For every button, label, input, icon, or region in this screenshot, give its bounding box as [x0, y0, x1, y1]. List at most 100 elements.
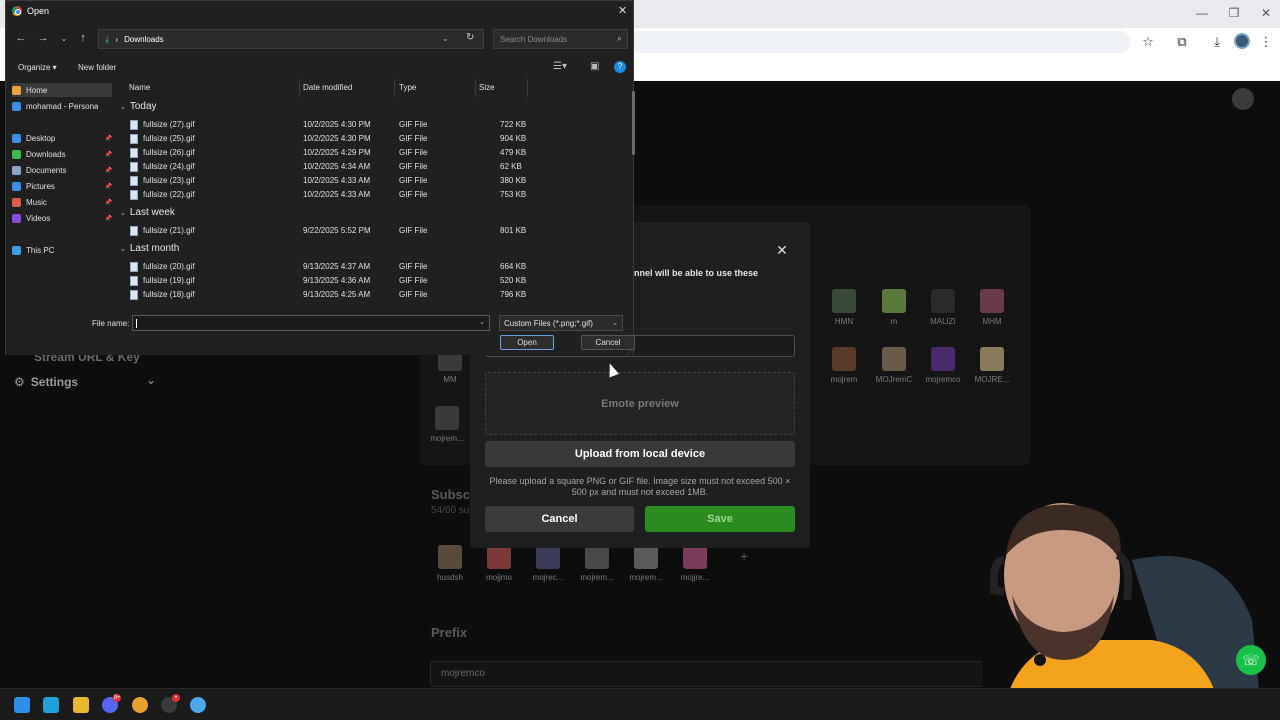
nav-item-pictures[interactable]: Pictures 📌: [12, 179, 112, 193]
sidebar-item-settings[interactable]: ⚙ Settings ⌄: [14, 373, 156, 389]
column-divider[interactable]: [394, 79, 395, 97]
file-row[interactable]: fullsize (26).gif 10/2/2025 4:29 PM GIF Fi…: [116, 146, 632, 160]
emote-label: husdsh: [437, 573, 463, 582]
resize-grip-icon[interactable]: ⋰: [625, 349, 632, 357]
subscriber-emote-item[interactable]: mojrem...: [571, 545, 623, 582]
minimize-icon[interactable]: —: [1192, 6, 1212, 20]
address-bar[interactable]: [600, 31, 1130, 53]
edge-icon[interactable]: [43, 697, 59, 713]
emote-item[interactable]: MHM: [966, 289, 1018, 326]
column-header-type[interactable]: Type: [399, 83, 416, 92]
emote-item[interactable]: HMN: [818, 289, 870, 326]
preview-pane-icon[interactable]: ▣: [590, 61, 599, 72]
emote-item[interactable]: MOJremC: [868, 347, 920, 384]
column-divider[interactable]: [527, 79, 528, 97]
recent-locations-chevron-icon[interactable]: ⌄: [57, 34, 71, 43]
emote-label: mojrec...: [532, 573, 564, 582]
bookmark-star-icon[interactable]: ☆: [1140, 34, 1156, 50]
file-group-header[interactable]: ⌄ Last week: [120, 207, 175, 218]
subscriber-emote-item[interactable]: mojrec...: [522, 545, 574, 582]
emote-item[interactable]: mojrem: [818, 347, 870, 384]
subscriber-emote-item[interactable]: husdsh: [424, 545, 476, 582]
file-type-filter-select[interactable]: Custom Files (*.png;*.gif) ⌄: [499, 315, 623, 331]
emote-item[interactable]: m: [868, 289, 920, 326]
column-header-size[interactable]: Size: [479, 83, 495, 92]
gif-file-icon: [130, 176, 138, 186]
file-group-label: Last month: [129, 243, 180, 254]
breadcrumb[interactable]: Downloads: [124, 35, 164, 44]
file-type: GIF File: [399, 176, 428, 185]
file-row[interactable]: fullsize (20).gif 9/13/2025 4:37 AM GIF Fi…: [116, 260, 632, 274]
modal-save-button[interactable]: Save: [645, 506, 795, 532]
emote-item[interactable]: mojremco: [917, 347, 969, 384]
up-arrow-icon[interactable]: ↑: [76, 32, 90, 44]
file-row[interactable]: fullsize (22).gif 10/2/2025 4:33 AM GIF Fi…: [116, 188, 632, 202]
prefix-input[interactable]: mojremco: [430, 661, 1030, 687]
back-arrow-icon[interactable]: ←: [14, 32, 28, 44]
close-icon[interactable]: ✕: [774, 242, 790, 258]
column-header-name[interactable]: Name: [129, 83, 150, 92]
restore-icon[interactable]: ❐: [1224, 6, 1244, 20]
file-row[interactable]: fullsize (19).gif 9/13/2025 4:36 AM GIF Fi…: [116, 274, 632, 288]
sidebar-item-label: Settings: [30, 375, 79, 389]
forward-arrow-icon[interactable]: →: [36, 32, 50, 44]
menu-kebab-icon[interactable]: ⋮: [1258, 34, 1274, 50]
file-row[interactable]: fullsize (21).gif 9/22/2025 5:52 PM GIF Fi…: [116, 224, 632, 238]
file-list-scrollbar[interactable]: [632, 91, 635, 155]
add-emote-plus-icon[interactable]: +: [740, 548, 748, 564]
address-dropdown-icon[interactable]: ⌄: [442, 34, 449, 43]
nav-item-downloads[interactable]: Downloads 📌: [12, 147, 112, 161]
app-icon[interactable]: [190, 697, 206, 713]
file-row[interactable]: fullsize (18).gif 9/13/2025 4:25 AM GIF Fi…: [116, 288, 632, 302]
open-button[interactable]: Open: [500, 335, 554, 350]
support-chat-icon[interactable]: ☏: [1236, 645, 1266, 675]
nav-item-videos[interactable]: Videos 📌: [12, 211, 112, 225]
nav-item-music[interactable]: Music 📌: [12, 195, 112, 209]
column-divider[interactable]: [299, 79, 300, 97]
chevron-down-icon[interactable]: ⌄: [479, 318, 485, 326]
chrome-icon[interactable]: [132, 697, 148, 713]
organize-button[interactable]: Organize ▾: [18, 63, 57, 72]
refresh-icon[interactable]: ↻: [466, 32, 474, 43]
file-row[interactable]: fullsize (25).gif 10/2/2025 4:30 PM GIF Fi…: [116, 132, 632, 146]
column-divider[interactable]: [475, 79, 476, 97]
nav-item-desktop[interactable]: Desktop 📌: [12, 131, 112, 145]
chevron-down-icon: ⌄: [120, 103, 126, 111]
file-name-input[interactable]: ⌄: [132, 315, 490, 331]
nav-item-home[interactable]: Home: [12, 83, 112, 97]
file-explorer-icon[interactable]: [73, 697, 89, 713]
emote-item[interactable]: MALIZI: [917, 289, 969, 326]
file-group-header[interactable]: ⌄ Last month: [120, 243, 179, 254]
subscriber-emote-item[interactable]: mojjre...: [669, 545, 721, 582]
extensions-icon[interactable]: ⧉: [1174, 34, 1190, 50]
start-icon[interactable]: [14, 697, 30, 713]
nav-item-mohamad[interactable]: mohamad - Persona: [12, 99, 112, 113]
file-row[interactable]: fullsize (24).gif 10/2/2025 4:34 AM GIF Fi…: [116, 160, 632, 174]
file-row[interactable]: fullsize (27).gif 10/2/2025 4:30 PM GIF Fi…: [116, 118, 632, 132]
dialog-search-input[interactable]: Search Downloads ⌕: [493, 29, 628, 49]
gif-file-icon: [130, 148, 138, 158]
dialog-cancel-button[interactable]: Cancel: [581, 335, 635, 350]
modal-description: nnel will be able to use these: [634, 268, 759, 278]
help-icon[interactable]: ?: [614, 61, 626, 73]
nav-item-this[interactable]: This PC: [12, 243, 112, 257]
file-group-header[interactable]: ⌄ Today: [120, 101, 157, 112]
subscriber-emote-item[interactable]: mojjmo: [473, 545, 525, 582]
modal-cancel-button[interactable]: Cancel: [485, 506, 634, 532]
emote-item[interactable]: mojrem...: [421, 406, 473, 443]
view-options-icon[interactable]: ☰▾: [553, 61, 567, 72]
emote-item[interactable]: MOJRE...: [966, 347, 1018, 384]
emote-label: m: [890, 317, 898, 326]
subscriber-emote-item[interactable]: mojrem...: [620, 545, 672, 582]
window-close-icon[interactable]: ✕: [1256, 6, 1276, 20]
file-row[interactable]: fullsize (23).gif 10/2/2025 4:33 AM GIF Fi…: [116, 174, 632, 188]
profile-avatar-icon[interactable]: [1234, 33, 1250, 49]
dialog-close-icon[interactable]: ✕: [618, 4, 627, 17]
column-header-date[interactable]: Date modified: [303, 83, 352, 92]
download-icon[interactable]: ⤓: [1209, 34, 1225, 50]
new-folder-button[interactable]: New folder: [78, 63, 116, 72]
user-avatar[interactable]: [1232, 88, 1254, 110]
upload-from-device-button[interactable]: Upload from local device: [485, 441, 795, 467]
nav-item-documents[interactable]: Documents 📌: [12, 163, 112, 177]
dialog-address-bar[interactable]: ⤓ › Downloads: [98, 29, 484, 49]
